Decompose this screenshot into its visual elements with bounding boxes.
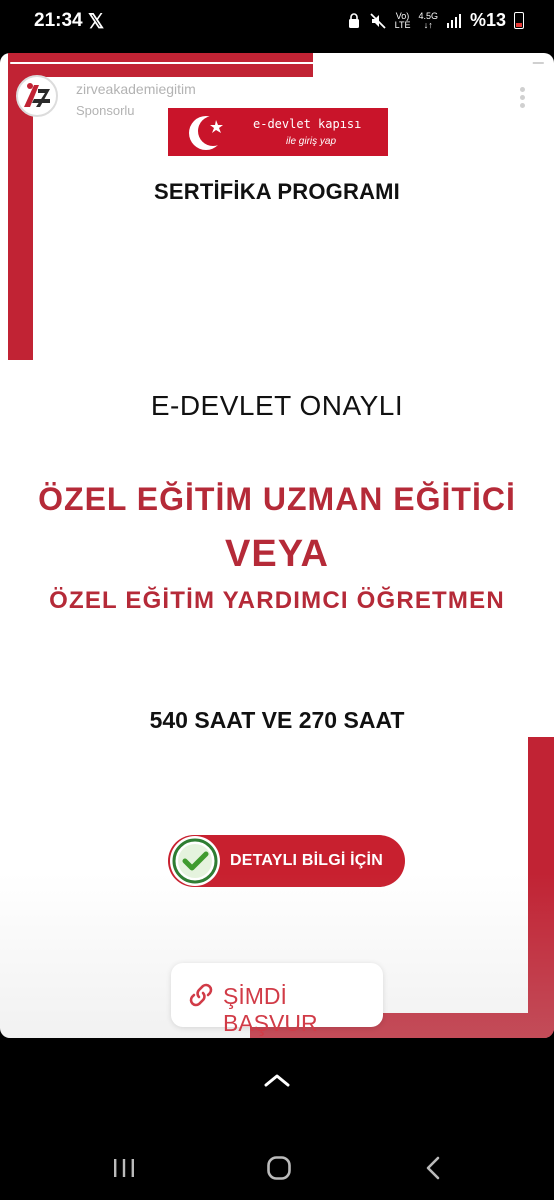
mute-icon bbox=[369, 12, 386, 29]
hours-text: 540 SAAT VE 270 SAAT bbox=[149, 707, 405, 733]
detail-button-label: DETAYLI BİLGİ İÇİN bbox=[230, 852, 383, 869]
status-bar: 21:34 𝕏 Vo) LTE 4.5G ↓↑ %13 bbox=[0, 0, 554, 46]
data-arrows-icon: ↓↑ bbox=[423, 19, 433, 30]
sponsored-label: Sponsorlu bbox=[76, 103, 135, 118]
decor-bar-top bbox=[8, 53, 313, 77]
screen: 21:34 𝕏 Vo) LTE 4.5G ↓↑ %13 zirveakademi… bbox=[0, 0, 554, 1200]
more-icon[interactable] bbox=[520, 87, 526, 109]
recent-apps-icon[interactable] bbox=[112, 1156, 136, 1180]
brand-logo-icon bbox=[24, 83, 50, 107]
status-time: 21:34 bbox=[34, 10, 83, 31]
story-progress-fill bbox=[10, 62, 534, 64]
story-progress bbox=[10, 62, 544, 64]
system-nav-bar bbox=[0, 1140, 554, 1200]
apply-button-label: ŞİMDİ BAŞVUR bbox=[223, 983, 318, 1036]
approval-text: E-DEVLET ONAYLI bbox=[150, 390, 404, 421]
apply-button[interactable]: ŞİMDİ BAŞVUR bbox=[171, 963, 383, 1036]
edevlet-subtitle: ile giriş yap bbox=[286, 136, 337, 147]
network-label: Vo) LTE bbox=[394, 10, 411, 30]
program-label: SERTİFİKA PROGRAMI bbox=[153, 179, 400, 204]
home-icon[interactable] bbox=[266, 1155, 292, 1181]
back-icon[interactable] bbox=[424, 1155, 444, 1181]
battery-percent: %13 bbox=[469, 10, 506, 30]
account-username[interactable]: zirveakademiegitim bbox=[76, 81, 196, 97]
avatar[interactable] bbox=[16, 75, 58, 117]
battery-icon bbox=[514, 12, 524, 29]
course-title-2: ÖZEL EĞİTİM YARDIMCI ÖĞRETMEN bbox=[49, 587, 505, 614]
chevron-up-icon[interactable] bbox=[263, 1072, 291, 1088]
lock-notification-icon bbox=[348, 12, 359, 28]
crescent-star-icon bbox=[189, 116, 228, 150]
status-icons: Vo) LTE 4.5G ↓↑ %13 bbox=[347, 10, 524, 31]
x-logo-icon: 𝕏 bbox=[88, 11, 105, 33]
edevlet-badge: e-devlet kapısı ile giriş yap bbox=[168, 108, 388, 156]
signal-icon bbox=[446, 13, 461, 28]
link-icon bbox=[189, 983, 213, 1007]
connector-text: VEYA bbox=[225, 533, 329, 575]
network-gen: 4.5G ↓↑ bbox=[418, 10, 438, 30]
course-title-1: ÖZEL EĞİTİM UZMAN EĞİTİCİ bbox=[38, 481, 516, 517]
story-card[interactable]: zirveakademiegitim Sponsorlu e-devlet ka… bbox=[0, 53, 554, 1038]
edevlet-title: e-devlet kapısı bbox=[253, 117, 362, 131]
